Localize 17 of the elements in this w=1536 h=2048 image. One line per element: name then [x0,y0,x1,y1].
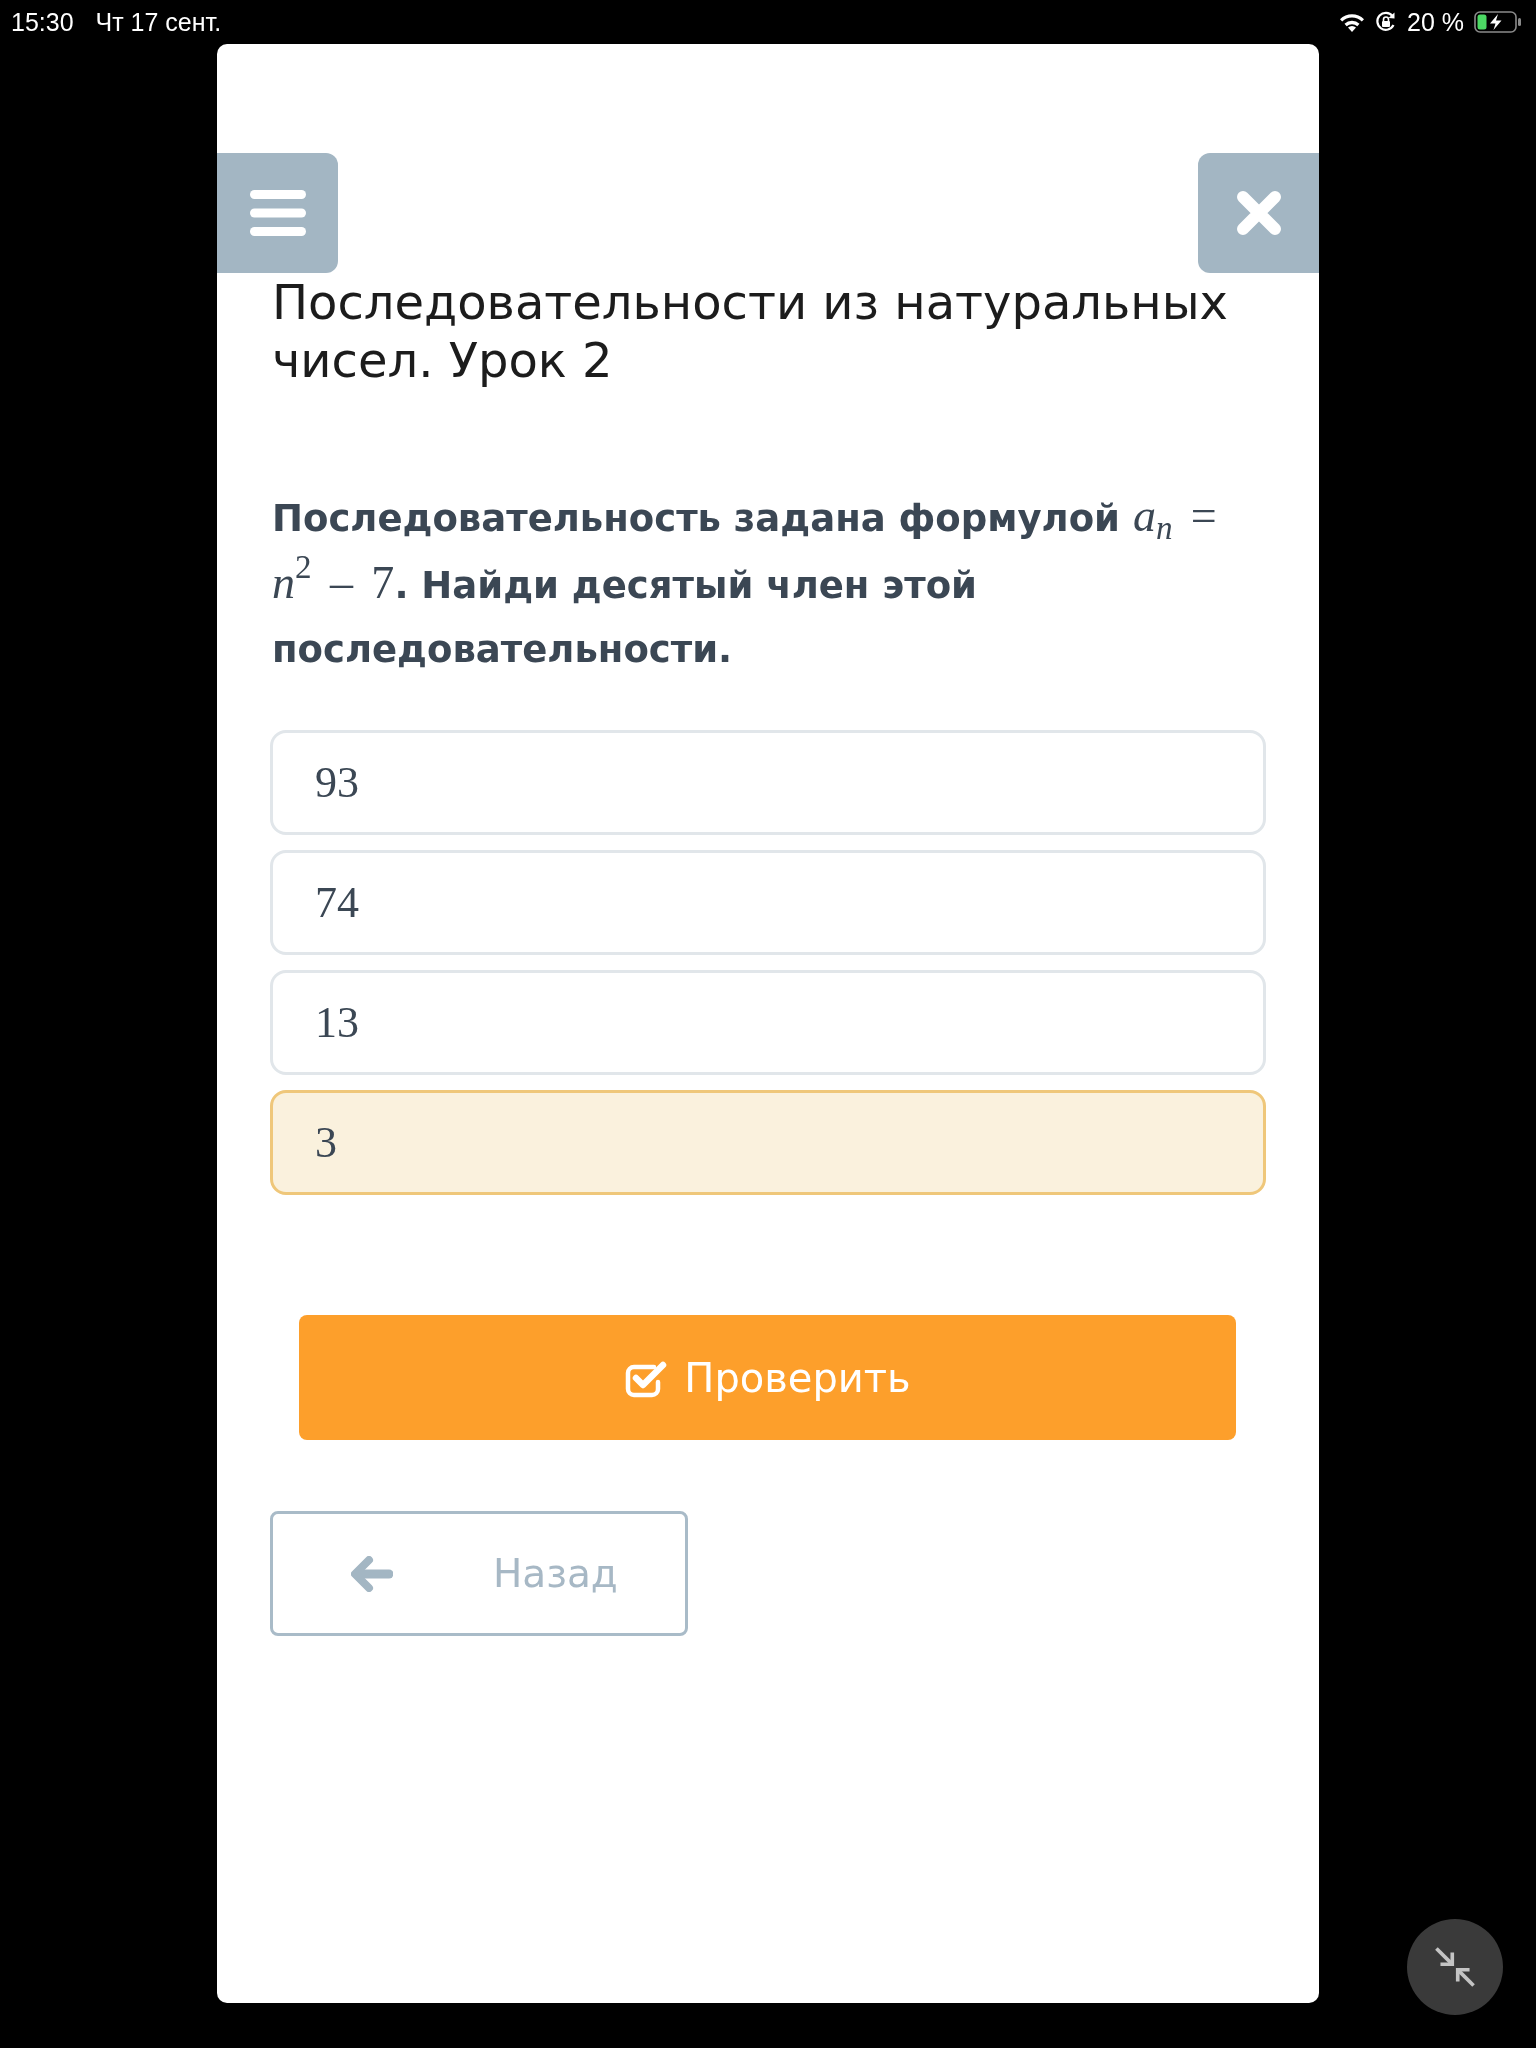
answer-option[interactable]: 74 [270,850,1266,955]
answer-option[interactable]: 93 [270,730,1266,835]
menu-button[interactable] [217,153,338,273]
status-time: 15:30 [11,7,74,37]
question-text: Последовательность задана формулой a$_{n}$ = n$^{2}$ – 7. Найди десятый член этой последовательности. [272,489,1218,673]
status-date: Чт 17 сент. [95,7,222,37]
battery-icon [1474,11,1522,33]
close-icon [1236,191,1281,235]
battery-percentage: 20 % [1407,7,1464,37]
answer-option[interactable]: 3 [270,1090,1266,1195]
rotation-lock-icon [1375,11,1397,33]
menu-icon [249,190,306,236]
wifi-icon [1339,12,1365,32]
lesson-title: Последовательности из натуральных чисел. Урок 2 [271,273,1229,389]
close-button[interactable] [1198,153,1319,273]
answer-option[interactable]: 13 [270,970,1266,1075]
inward-arrows-icon [1435,1947,1475,1987]
